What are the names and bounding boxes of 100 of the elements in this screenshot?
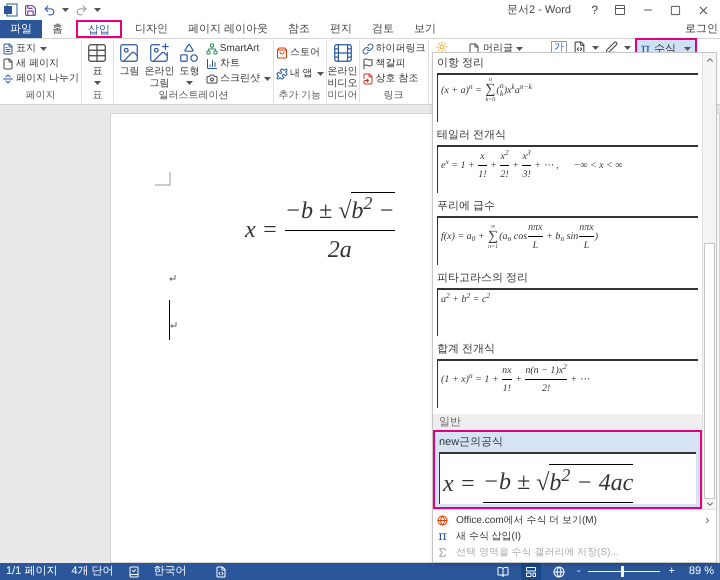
equation-text: + ⋯: [569, 373, 590, 387]
equation-text: (a$_{n}$ cos: [499, 230, 528, 244]
proofing-icon[interactable]: [128, 566, 140, 578]
paragraph-mark-icon: [169, 275, 176, 281]
word-count[interactable]: 4개 단어: [71, 563, 114, 580]
ribbon-button[interactable]: 책갈피: [360, 57, 407, 70]
ribbon-tab[interactable]: 디자인: [125, 20, 178, 38]
ribbon-button[interactable]: 온라인 비디오: [328, 42, 358, 90]
equation-text: 2a: [328, 236, 352, 265]
view-icon: [496, 566, 509, 578]
ribbon-button[interactable]: 도형: [174, 42, 204, 90]
equation-text: x =: [245, 216, 279, 245]
undo-icon[interactable]: [43, 4, 56, 16]
pi-icon: π: [437, 530, 448, 542]
table-icon: [86, 42, 108, 64]
equation-text: n(n − 1)x$^{2}$: [525, 363, 567, 378]
zoom-in-button[interactable]: +: [668, 563, 675, 580]
caret-icon: [264, 76, 271, 80]
ribbon-button[interactable]: 그림: [114, 42, 144, 90]
language-label[interactable]: 한국어: [154, 563, 187, 580]
page-count[interactable]: 1/1 페이지: [6, 563, 58, 580]
bag-icon: [276, 46, 288, 58]
scroll-thumb[interactable]: [704, 243, 715, 499]
document-link-icon: [362, 72, 374, 84]
group-label: 일러스트레이션: [158, 90, 228, 103]
equation-text: nπx: [528, 221, 543, 235]
document-icon: [2, 42, 14, 54]
ribbon-tab[interactable]: 보기: [404, 20, 446, 38]
equation-text: 3!: [522, 168, 531, 182]
ribbon-button[interactable]: 스크린샷: [204, 72, 272, 85]
ribbon-button[interactable]: 상호 참조: [360, 72, 420, 85]
equation-text: a$^{2}$ + b$^{2}$ = c$^{2}$: [441, 292, 490, 306]
save-icon[interactable]: [24, 4, 37, 16]
equation-text: )x$^{k}$a$^{n−k}$: [504, 82, 532, 96]
equation-text: 2!: [542, 382, 550, 396]
equation-text: x$^{3}$: [522, 148, 531, 164]
help-button[interactable]: ?: [591, 1, 598, 19]
ribbon-display-icon[interactable]: [614, 4, 626, 16]
equation-text: x$^{2}$: [500, 148, 509, 164]
equation-text: +: [514, 373, 523, 387]
caret-icon: [94, 8, 101, 12]
caret-icon: [40, 46, 47, 50]
gallery-item-title: 합계 전개식: [437, 342, 496, 357]
scrollbar[interactable]: [702, 53, 716, 509]
ribbon-button[interactable]: 새 페이지: [1, 57, 60, 70]
redo-icon[interactable]: [75, 4, 88, 16]
film-icon: [332, 42, 354, 64]
radical-sign: √: [536, 468, 550, 498]
close-icon[interactable]: [697, 4, 710, 16]
gallery-item-title: 테일러 전개식: [437, 128, 508, 142]
sigma-icon: [437, 546, 448, 558]
ribbon-tab[interactable]: 편지: [320, 20, 362, 38]
ribbon-tab[interactable]: 삽입: [76, 20, 122, 38]
image-plus-icon: [148, 42, 170, 64]
zoom-level[interactable]: 89 %: [688, 563, 714, 580]
equation-text: −b ±: [284, 196, 334, 226]
zoom-out-button[interactable]: -: [576, 563, 580, 580]
view-button[interactable]: [520, 563, 541, 580]
ribbon-tab[interactable]: 참조: [278, 20, 320, 38]
ribbon-button[interactable]: 스토어: [274, 46, 321, 59]
view-icon: [552, 566, 565, 578]
ribbon-button[interactable]: 표지: [1, 42, 48, 55]
ribbon-button[interactable]: 하이퍼링크: [360, 42, 427, 55]
ribbon-tab[interactable]: 페이지 레이아웃: [178, 20, 278, 38]
shapes-icon: [178, 42, 200, 64]
equation-text: (x + a)$^{n}$ =: [441, 82, 483, 98]
ribbon-button[interactable]: 내 앱: [274, 67, 325, 80]
puzzle-icon: [276, 68, 288, 80]
equation-text: 1!: [502, 382, 511, 396]
maximize-icon[interactable]: [670, 4, 681, 16]
radical-sign: √: [338, 197, 352, 226]
group-label: 표: [92, 90, 102, 103]
image-icon: [118, 42, 140, 64]
equation-text: n: [500, 82, 504, 90]
bar-chart-icon: [206, 58, 218, 70]
ribbon-button[interactable]: 표: [82, 42, 112, 90]
ribbon-button[interactable]: SmartArt: [204, 42, 260, 55]
equation-text: +: [511, 158, 520, 172]
equation-text: L: [532, 239, 538, 253]
equation-text: nx: [502, 364, 512, 378]
flag-icon: [362, 58, 374, 70]
group-label: 추가 기능: [278, 90, 322, 103]
globe-icon: [437, 514, 448, 526]
zoom-slider[interactable]: [588, 566, 660, 577]
menu-item[interactable]: π 새 수식 삽입(I): [433, 528, 716, 544]
window-title: 문서2 - Word: [507, 2, 571, 18]
gallery-item[interactable]: new근의공식 x = −b ± √b$^{2}$ − 4ac: [433, 430, 702, 509]
slider-thumb[interactable]: [620, 566, 624, 577]
ribbon-tab[interactable]: 홈: [42, 20, 73, 38]
ribbon-button[interactable]: 페이지 나누기: [1, 72, 80, 85]
equation-text: ): [594, 230, 598, 244]
menu-item[interactable]: Office.com에서 수식 더 보기(M): [433, 512, 716, 528]
camera-icon: [206, 72, 218, 84]
diagram-icon: [206, 42, 218, 54]
ribbon-tab[interactable]: 검토: [362, 20, 404, 38]
file-tab[interactable]: 파일: [0, 20, 42, 38]
ribbon-button[interactable]: 차트: [204, 57, 241, 70]
equation-text: L: [584, 239, 590, 253]
ribbon-button[interactable]: 온라인 그림: [144, 42, 174, 90]
sign-in-link[interactable]: 로그인: [685, 20, 720, 38]
